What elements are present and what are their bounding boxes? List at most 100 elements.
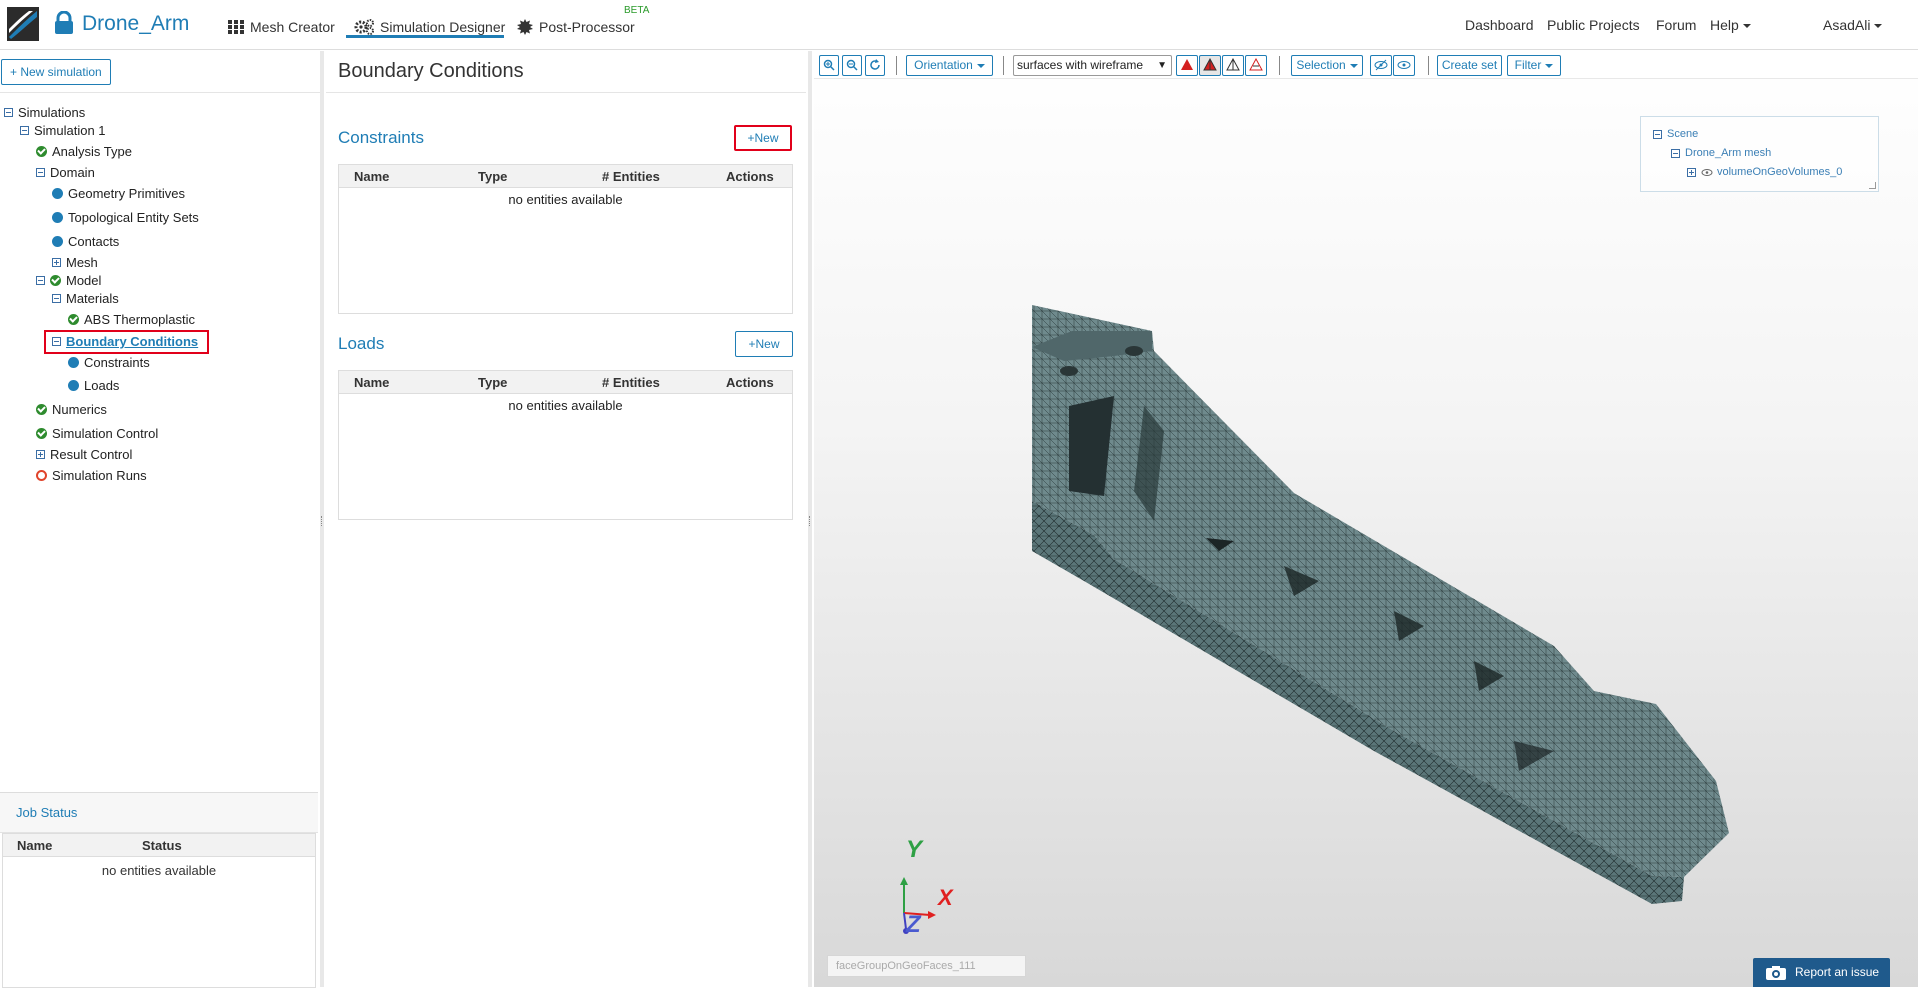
collapse-icon[interactable] xyxy=(36,168,45,177)
nav-mesh-creator[interactable]: Mesh Creator xyxy=(228,15,335,39)
tree-analysis-type[interactable]: Analysis Type xyxy=(36,144,132,159)
resize-handle-icon[interactable] xyxy=(1869,182,1876,189)
collapse-icon[interactable] xyxy=(4,108,13,117)
constraints-table: Name Type # Entities Actions no entities… xyxy=(338,164,793,314)
right-splitter[interactable] xyxy=(808,51,812,987)
tree-label: ABS Thermoplastic xyxy=(84,312,196,327)
expand-icon[interactable] xyxy=(52,258,61,267)
scene-label: Scene xyxy=(1667,128,1699,140)
nav-post-processor[interactable]: Post-Processor xyxy=(517,15,635,39)
tree-label: Model xyxy=(66,273,102,288)
orientation-dropdown[interactable]: Orientation xyxy=(906,55,993,76)
tree-abs-thermoplastic[interactable]: ABS Thermoplastic xyxy=(68,312,195,327)
mesh-node[interactable]: Drone_Arm mesh xyxy=(1671,147,1771,159)
nav-simulation-designer-label: Simulation Designer xyxy=(380,19,506,35)
collapse-icon[interactable] xyxy=(52,294,61,303)
new-constraint-button[interactable]: +New xyxy=(734,125,792,151)
zoom-out-icon xyxy=(846,59,858,71)
collapse-icon[interactable] xyxy=(36,276,45,285)
new-simulation-button[interactable]: + New simulation xyxy=(1,59,111,85)
tree-simulation-control[interactable]: Simulation Control xyxy=(36,426,158,441)
selection-dropdown[interactable]: Selection xyxy=(1291,55,1363,76)
nav-dashboard[interactable]: Dashboard xyxy=(1465,17,1534,33)
starburst-icon xyxy=(517,19,533,35)
tree-mesh[interactable]: Mesh xyxy=(52,255,98,270)
tree-label: Result Control xyxy=(50,447,133,462)
tree-boundary-conditions[interactable]: Boundary Conditions xyxy=(52,334,198,349)
tree-loads[interactable]: Loads xyxy=(68,378,119,393)
tree-model[interactable]: Model xyxy=(36,273,101,288)
eye-icon[interactable] xyxy=(1701,168,1713,177)
volume-node[interactable]: volumeOnGeoVolumes_0 xyxy=(1687,166,1842,178)
project-title[interactable]: Drone_Arm xyxy=(82,12,189,36)
collapse-icon[interactable] xyxy=(52,337,61,346)
collapse-icon[interactable] xyxy=(1653,129,1662,139)
filter-dropdown[interactable]: Filter xyxy=(1507,55,1561,76)
column-header[interactable]: Status xyxy=(142,838,182,853)
nav-public-projects[interactable]: Public Projects xyxy=(1547,17,1640,33)
job-status-title[interactable]: Job Status xyxy=(16,805,77,820)
zoom-out-button[interactable] xyxy=(842,55,862,76)
toolbar-divider xyxy=(1428,56,1429,75)
new-load-button[interactable]: +New xyxy=(735,331,793,357)
column-header[interactable]: Actions xyxy=(726,169,774,184)
render-solid-button[interactable] xyxy=(1176,55,1198,76)
render-edges-button[interactable] xyxy=(1245,55,1267,76)
render-wireframe-solid-button[interactable] xyxy=(1199,55,1221,76)
expand-icon[interactable] xyxy=(36,450,45,459)
splitter-grip-icon[interactable] xyxy=(321,516,323,526)
create-set-button[interactable]: Create set xyxy=(1437,55,1502,76)
splitter-grip-icon[interactable] xyxy=(809,516,811,526)
tree-label: Constraints xyxy=(84,355,150,370)
hide-selected-button[interactable] xyxy=(1370,55,1392,76)
report-issue-button[interactable]: Report an issue xyxy=(1753,958,1890,987)
tree-result-control[interactable]: Result Control xyxy=(36,447,132,462)
tree-topological-entity-sets[interactable]: Topological Entity Sets xyxy=(52,210,199,225)
column-header[interactable]: Name xyxy=(354,169,389,184)
nav-mesh-creator-label: Mesh Creator xyxy=(250,19,335,35)
tree-simulations[interactable]: Simulations xyxy=(4,105,85,120)
gears-icon xyxy=(354,19,374,35)
render-mode-select[interactable]: surfaces with wireframe ▼ xyxy=(1013,55,1172,76)
collapse-icon[interactable] xyxy=(20,126,29,135)
column-header[interactable]: Type xyxy=(478,169,507,184)
check-circle-icon xyxy=(36,146,47,157)
tree-simulation-runs[interactable]: Simulation Runs xyxy=(36,468,147,483)
tree-label: Simulations xyxy=(18,105,86,120)
active-tab-indicator xyxy=(346,35,504,38)
column-header[interactable]: Name xyxy=(17,838,52,853)
column-header[interactable]: Type xyxy=(478,375,507,390)
tree-geometry-primitives[interactable]: Geometry Primitives xyxy=(52,186,185,201)
new-simulation-label: New simulation xyxy=(20,65,102,79)
expand-icon[interactable] xyxy=(1687,167,1696,177)
y-axis-label: Y xyxy=(906,836,923,863)
camera-icon xyxy=(1766,966,1786,980)
zoom-in-button[interactable] xyxy=(819,55,839,76)
tree-domain[interactable]: Domain xyxy=(36,165,95,180)
column-header[interactable]: # Entities xyxy=(602,375,660,390)
reset-view-button[interactable] xyxy=(865,55,885,76)
tree-numerics[interactable]: Numerics xyxy=(36,402,107,417)
tree-contacts[interactable]: Contacts xyxy=(52,234,119,249)
tree-label: Analysis Type xyxy=(52,144,132,159)
column-header[interactable]: Actions xyxy=(726,375,774,390)
nav-help-menu[interactable]: Help xyxy=(1710,17,1751,33)
new-load-label: New xyxy=(755,337,780,351)
zoom-in-icon xyxy=(823,59,835,71)
show-all-button[interactable] xyxy=(1393,55,1415,76)
check-circle-icon xyxy=(36,404,47,415)
scene-node[interactable]: Scene xyxy=(1653,128,1698,140)
column-header[interactable]: Name xyxy=(354,375,389,390)
left-splitter[interactable] xyxy=(320,51,324,987)
tree-constraints[interactable]: Constraints xyxy=(68,355,150,370)
face-group-field[interactable]: faceGroupOnGeoFaces_111 xyxy=(827,955,1026,977)
loads-table-header: Name Type # Entities Actions xyxy=(339,371,792,394)
app-logo-icon[interactable] xyxy=(7,7,39,41)
tree-materials[interactable]: Materials xyxy=(52,291,119,306)
column-header[interactable]: # Entities xyxy=(602,169,660,184)
collapse-icon[interactable] xyxy=(1671,148,1680,158)
tree-simulation-1[interactable]: Simulation 1 xyxy=(20,123,106,138)
user-menu[interactable]: AsadAli xyxy=(1823,17,1883,33)
render-wireframe-button[interactable] xyxy=(1222,55,1244,76)
nav-forum[interactable]: Forum xyxy=(1656,17,1696,33)
